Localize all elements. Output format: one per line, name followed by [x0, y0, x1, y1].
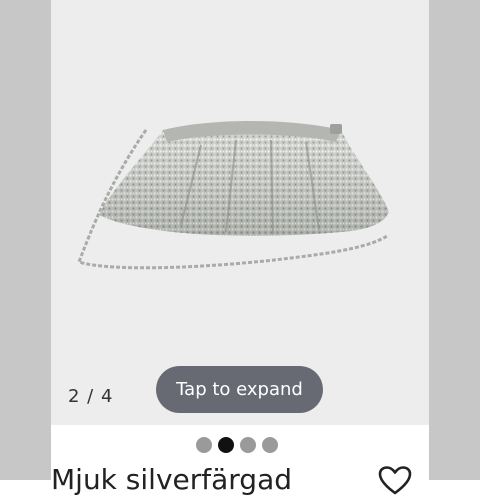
carousel-dot[interactable]	[262, 437, 278, 453]
heart-outline-icon[interactable]	[378, 466, 412, 496]
carousel-dots	[196, 437, 278, 454]
carousel-dot[interactable]	[240, 437, 256, 453]
carousel-dot[interactable]	[196, 437, 212, 453]
right-neighbor-slide[interactable]	[429, 0, 480, 480]
image-counter: 2 / 4	[68, 386, 114, 407]
silver-clutch-bag-image	[77, 121, 389, 270]
product-image-slide[interactable]: 2 / 4 Tap to expand	[51, 0, 429, 425]
left-neighbor-slide[interactable]	[0, 0, 51, 480]
carousel-dot-active[interactable]	[218, 437, 234, 453]
product-title: Mjuk silverfärgad	[51, 463, 292, 496]
tap-to-expand-button[interactable]: Tap to expand	[156, 366, 323, 413]
